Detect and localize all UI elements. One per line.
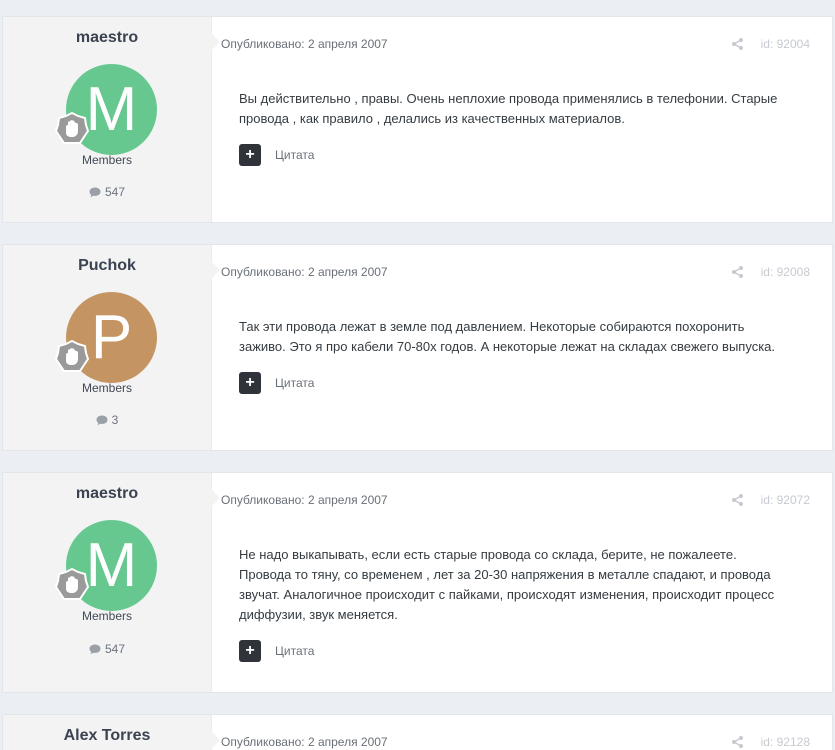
plus-icon: + [245, 642, 255, 659]
share-icon[interactable] [731, 736, 743, 748]
post-id: id: 92072 [760, 493, 810, 507]
post-text: Вы действительно , правы. Очень неплохие… [239, 91, 778, 126]
post-date[interactable]: Опубликовано: 2 апреля 2007 [221, 37, 388, 51]
post-count-value: 547 [104, 642, 126, 656]
hand-badge-icon [55, 112, 89, 144]
speech-pointer [211, 731, 220, 749]
speech-bubble-icon [89, 187, 101, 198]
post-body: Опубликовано: 2 апреля 2007 id: 92128 [211, 715, 832, 750]
post-text: Так эти провода лежат в земле под давлен… [239, 319, 776, 354]
post-id: id: 92004 [760, 37, 810, 51]
post: Alex Torres Опубликовано: 2 апреля 2007 … [2, 714, 833, 750]
plus-icon: + [245, 374, 255, 391]
post-count-value: 3 [111, 413, 119, 427]
post-meta-right: id: 92072 [731, 493, 810, 507]
post-meta-right: id: 92128 [731, 735, 810, 749]
post-actions: + Цитата [239, 640, 314, 662]
post-date[interactable]: Опубликовано: 2 апреля 2007 [221, 735, 388, 749]
speech-bubble-icon [96, 415, 108, 426]
share-icon[interactable] [731, 266, 743, 278]
post: Puchok P Members 3 Опубликовано: 2 апрел… [2, 244, 833, 451]
member-group: Members [81, 381, 132, 395]
post-date[interactable]: Опубликовано: 2 апреля 2007 [221, 265, 388, 279]
post-meta-right: id: 92004 [731, 37, 810, 51]
author-panel: maestro M Members 547 [3, 17, 212, 222]
post-text: Не надо выкапывать, если есть старые про… [239, 547, 775, 622]
post-body: Опубликовано: 2 апреля 2007 id: 92004 Вы… [211, 17, 832, 222]
post-body: Опубликовано: 2 апреля 2007 id: 92072 Не… [211, 473, 832, 692]
quote-link[interactable]: Цитата [275, 376, 314, 390]
multiquote-button[interactable]: + [239, 372, 261, 394]
hand-badge-icon [55, 340, 89, 372]
hand-badge-icon [55, 568, 89, 600]
post: maestro M Members 547 Опубликовано: 2 ап… [2, 472, 833, 693]
post-date[interactable]: Опубликовано: 2 апреля 2007 [221, 493, 388, 507]
post-count: 547 [3, 642, 211, 656]
speech-pointer [211, 33, 220, 51]
quote-link[interactable]: Цитата [275, 148, 314, 162]
post-count: 3 [3, 413, 211, 427]
multiquote-button[interactable]: + [239, 144, 261, 166]
share-icon[interactable] [731, 38, 743, 50]
author-name[interactable]: maestro [3, 29, 211, 47]
post-body: Опубликовано: 2 апреля 2007 id: 92008 Та… [211, 245, 832, 450]
member-group: Members [81, 609, 132, 623]
plus-icon: + [245, 146, 255, 163]
author-name[interactable]: Puchok [3, 257, 211, 275]
share-icon[interactable] [731, 494, 743, 506]
speech-pointer [211, 261, 220, 279]
author-panel: Alex Torres [3, 715, 212, 750]
author-panel: Puchok P Members 3 [3, 245, 212, 450]
member-group: Members [81, 153, 132, 167]
quote-link[interactable]: Цитата [275, 644, 314, 658]
post-id: id: 92008 [760, 265, 810, 279]
author-panel: maestro M Members 547 [3, 473, 212, 692]
multiquote-button[interactable]: + [239, 640, 261, 662]
post-id: id: 92128 [760, 735, 810, 749]
speech-pointer [211, 489, 220, 507]
post: maestro M Members 547 Опубликовано: 2 ап… [2, 16, 833, 223]
post-count: 547 [3, 185, 211, 199]
post-actions: + Цитата [239, 144, 314, 166]
speech-bubble-icon [89, 644, 101, 655]
author-name[interactable]: Alex Torres [3, 727, 211, 745]
author-name[interactable]: maestro [3, 485, 211, 503]
post-meta-right: id: 92008 [731, 265, 810, 279]
post-count-value: 547 [104, 185, 126, 199]
post-actions: + Цитата [239, 372, 314, 394]
